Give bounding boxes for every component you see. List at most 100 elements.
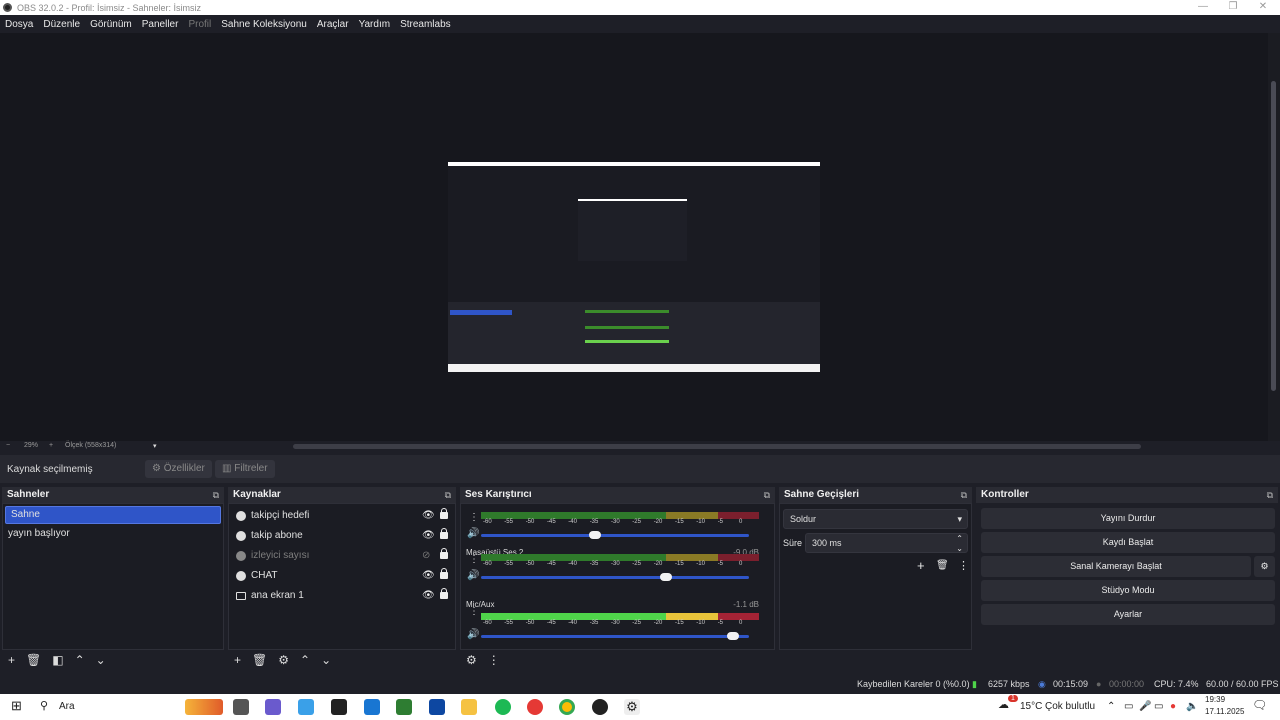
visibility-hidden-icon[interactable]: ⊘ (422, 546, 430, 566)
windows-start-icon[interactable]: ⊞ (11, 698, 22, 714)
add-scene-button[interactable]: + (8, 653, 15, 667)
restore-button[interactable]: ❐ (1216, 0, 1250, 15)
source-item[interactable]: takipçi hedefi 👁 (229, 506, 455, 526)
transition-select[interactable]: Soldur ▾ (783, 509, 968, 529)
taskbar-search-label[interactable]: Ara (59, 701, 75, 712)
lock-icon[interactable] (440, 588, 448, 599)
undock-icon[interactable]: ⧉ (764, 487, 770, 503)
add-transition-button[interactable]: + (917, 558, 925, 573)
start-recording-button[interactable]: Kaydı Başlat (981, 532, 1275, 553)
remove-transition-button[interactable]: 🗑 (936, 560, 949, 571)
properties-button[interactable]: ⚙ Özellikler (145, 460, 212, 478)
studio-mode-button[interactable]: Stüdyo Modu (981, 580, 1275, 601)
minimize-button[interactable]: — (1186, 0, 1220, 15)
remove-scene-button[interactable]: 🗑 (26, 653, 41, 667)
visibility-eye-icon[interactable]: 👁 (422, 586, 435, 606)
advanced-audio-properties-button[interactable]: ⚙ (466, 653, 477, 667)
spotify-icon[interactable] (495, 699, 511, 715)
search-highlight-icon[interactable] (185, 699, 223, 715)
menu-view[interactable]: Görünüm (90, 19, 132, 30)
obs-icon[interactable] (592, 699, 608, 715)
speaker-icon[interactable]: 🔊 (467, 570, 479, 581)
transition-menu-button[interactable]: ⋮ (958, 559, 969, 572)
microphone-icon[interactable]: 🎤 (1139, 701, 1151, 712)
stop-streaming-button[interactable]: Yayını Durdur (981, 508, 1275, 529)
task-view-icon[interactable] (233, 699, 249, 715)
source-properties-button[interactable]: ⚙ (278, 653, 289, 667)
menu-file[interactable]: Dosya (5, 19, 33, 30)
scene-item[interactable]: yayın başlıyor (3, 524, 223, 544)
scale-dropdown-icon[interactable]: ▾ (153, 442, 157, 450)
virtual-camera-settings-button[interactable]: ⚙ (1254, 556, 1275, 577)
settings-button[interactable]: Ayarlar (981, 604, 1275, 625)
menu-streamlabs[interactable]: Streamlabs (400, 19, 451, 30)
preview-vertical-scrollbar[interactable] (1268, 33, 1280, 441)
visibility-eye-icon[interactable]: 👁 (422, 526, 435, 546)
undock-icon[interactable]: ⧉ (445, 487, 451, 503)
volume-slider[interactable] (481, 531, 749, 539)
undock-icon[interactable]: ⧉ (1267, 487, 1273, 503)
move-up-button[interactable]: ⌃ (75, 653, 85, 667)
scene-item[interactable]: Sahne (5, 506, 221, 524)
mixer-menu-button[interactable]: ⋮ (488, 653, 500, 667)
app-icon[interactable] (331, 699, 347, 715)
channel-menu-icon[interactable]: ⋮ (469, 555, 479, 565)
lock-icon[interactable] (440, 568, 448, 579)
lock-icon[interactable] (440, 528, 448, 539)
battery-icon[interactable]: ▭ (1154, 701, 1163, 712)
volume-slider-handle[interactable] (660, 573, 672, 581)
zoom-in-button[interactable]: + (49, 442, 53, 449)
weather-temp[interactable]: 15°C (1020, 701, 1042, 712)
search-icon[interactable]: ⚲ (40, 699, 48, 712)
file-explorer-icon[interactable] (461, 699, 477, 715)
app-icon[interactable] (364, 699, 380, 715)
clock-date[interactable]: 17.11.2025 (1205, 707, 1244, 716)
source-item[interactable]: takip abone 👁 (229, 526, 455, 546)
channel-menu-icon[interactable]: ⋮ (469, 513, 479, 523)
volume-slider[interactable] (481, 632, 749, 640)
volume-slider[interactable] (481, 573, 749, 581)
move-down-button[interactable]: ⌄ (321, 653, 331, 667)
menu-profile[interactable]: Profil (188, 19, 211, 30)
menu-docks[interactable]: Paneller (142, 19, 179, 30)
speaker-icon[interactable]: 🔊 (467, 528, 479, 539)
preview-horizontal-scrollbar[interactable] (293, 444, 1141, 449)
remove-source-button[interactable]: 🗑 (252, 653, 267, 667)
chevron-up-icon[interactable]: ⌃ (1107, 701, 1115, 712)
source-item[interactable]: ana ekran 1 👁 (229, 586, 455, 606)
menu-edit[interactable]: Düzenle (43, 19, 80, 30)
visibility-eye-icon[interactable]: 👁 (422, 566, 435, 586)
move-up-button[interactable]: ⌃ (300, 653, 310, 667)
media-player-icon[interactable] (527, 699, 543, 715)
menu-help[interactable]: Yardım (359, 19, 391, 30)
undock-icon[interactable]: ⧉ (213, 487, 219, 503)
volume-slider-handle[interactable] (727, 632, 739, 640)
lock-icon[interactable] (440, 508, 448, 519)
weather-desc[interactable]: Çok bulutlu (1045, 701, 1095, 712)
teams-icon[interactable] (265, 699, 281, 715)
lock-icon[interactable] (440, 548, 448, 559)
monitor-icon[interactable]: ▭ (1124, 701, 1133, 712)
visibility-eye-icon[interactable]: 👁 (422, 506, 435, 526)
menu-scene-collection[interactable]: Sahne Koleksiyonu (221, 19, 307, 30)
chevron-down-icon[interactable]: ⌄ (956, 540, 963, 558)
duration-spinbox[interactable]: 300 ms ⌃ ⌄ (805, 533, 968, 553)
source-item[interactable]: CHAT 👁 (229, 566, 455, 586)
preview-canvas[interactable] (0, 33, 1268, 441)
notification-icon[interactable]: 🗨 (1252, 698, 1267, 712)
start-virtual-camera-button[interactable]: Sanal Kamerayı Başlat (981, 556, 1251, 577)
undock-icon[interactable]: ⧉ (961, 487, 967, 503)
channel-menu-icon[interactable]: ⋮ (469, 607, 479, 617)
menu-tools[interactable]: Araçlar (317, 19, 349, 30)
move-down-button[interactable]: ⌄ (96, 653, 106, 667)
add-source-button[interactable]: + (234, 653, 241, 667)
minecraft-icon[interactable] (396, 699, 412, 715)
zoom-out-button[interactable]: − (6, 442, 10, 449)
speaker-icon[interactable]: 🔊 (467, 629, 479, 640)
record-tray-icon[interactable]: ● (1170, 701, 1176, 712)
clock-time[interactable]: 19:39 (1205, 695, 1225, 704)
close-button[interactable]: ✕ (1246, 0, 1280, 15)
source-item[interactable]: izleyici sayısı ⊘ (229, 546, 455, 566)
speaker-icon[interactable]: 🔈 (1186, 701, 1198, 712)
settings-gear-icon[interactable]: ⚙ (624, 699, 640, 715)
